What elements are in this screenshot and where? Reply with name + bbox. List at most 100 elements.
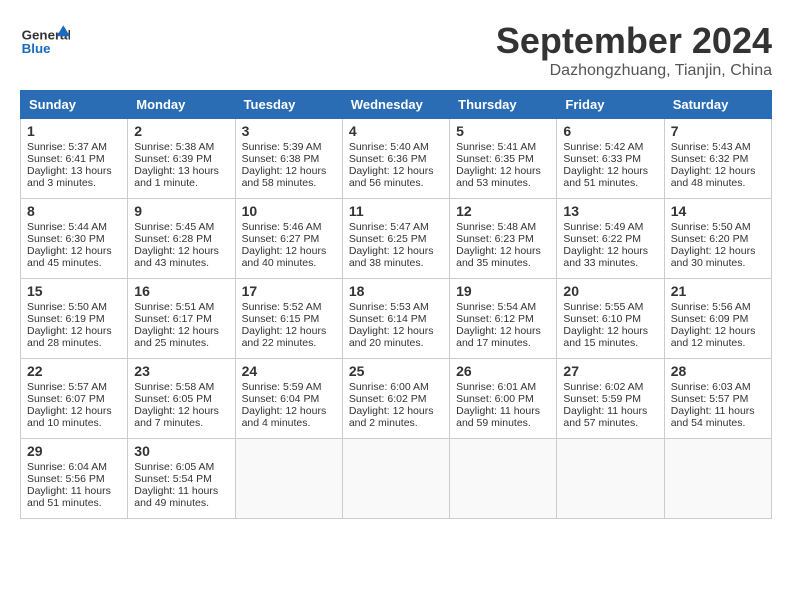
daylight: Daylight: 12 hours and 10 minutes. <box>27 405 112 429</box>
sunset: Sunset: 6:35 PM <box>456 153 534 165</box>
sunrise: Sunrise: 5:40 AM <box>349 141 429 153</box>
day-number: 6 <box>563 123 657 139</box>
day-number: 12 <box>456 203 550 219</box>
daylight: Daylight: 11 hours and 49 minutes. <box>134 485 218 509</box>
sunrise: Sunrise: 5:42 AM <box>563 141 643 153</box>
day-number: 3 <box>242 123 336 139</box>
daylight: Daylight: 12 hours and 28 minutes. <box>27 325 112 349</box>
sunset: Sunset: 6:25 PM <box>349 233 427 245</box>
calendar-cell: 13Sunrise: 5:49 AMSunset: 6:22 PMDayligh… <box>557 199 664 279</box>
daylight: Daylight: 12 hours and 58 minutes. <box>242 165 327 189</box>
sunrise: Sunrise: 5:50 AM <box>671 221 751 233</box>
daylight: Daylight: 11 hours and 51 minutes. <box>27 485 111 509</box>
sunrise: Sunrise: 5:39 AM <box>242 141 322 153</box>
title-block: September 2024 Dazhongzhuang, Tianjin, C… <box>496 20 772 80</box>
sunrise: Sunrise: 5:54 AM <box>456 301 536 313</box>
calendar-cell: 23Sunrise: 5:58 AMSunset: 6:05 PMDayligh… <box>128 359 235 439</box>
calendar-cell: 24Sunrise: 5:59 AMSunset: 6:04 PMDayligh… <box>235 359 342 439</box>
month-title: September 2024 <box>496 20 772 62</box>
sunset: Sunset: 6:05 PM <box>134 393 212 405</box>
sunrise: Sunrise: 6:05 AM <box>134 461 214 473</box>
col-tuesday: Tuesday <box>235 91 342 119</box>
day-number: 15 <box>27 283 121 299</box>
sunset: Sunset: 5:54 PM <box>134 473 212 485</box>
sunrise: Sunrise: 5:55 AM <box>563 301 643 313</box>
daylight: Daylight: 12 hours and 20 minutes. <box>349 325 434 349</box>
sunset: Sunset: 6:14 PM <box>349 313 427 325</box>
sunset: Sunset: 6:27 PM <box>242 233 320 245</box>
calendar-cell: 16Sunrise: 5:51 AMSunset: 6:17 PMDayligh… <box>128 279 235 359</box>
sunset: Sunset: 6:39 PM <box>134 153 212 165</box>
day-number: 23 <box>134 363 228 379</box>
daylight: Daylight: 11 hours and 57 minutes. <box>563 405 647 429</box>
day-number: 10 <box>242 203 336 219</box>
daylight: Daylight: 12 hours and 35 minutes. <box>456 245 541 269</box>
daylight: Daylight: 12 hours and 7 minutes. <box>134 405 219 429</box>
daylight: Daylight: 11 hours and 54 minutes. <box>671 405 755 429</box>
week-row-4: 22Sunrise: 5:57 AMSunset: 6:07 PMDayligh… <box>21 359 772 439</box>
calendar-cell: 8Sunrise: 5:44 AMSunset: 6:30 PMDaylight… <box>21 199 128 279</box>
calendar-cell: 20Sunrise: 5:55 AMSunset: 6:10 PMDayligh… <box>557 279 664 359</box>
sunrise: Sunrise: 5:59 AM <box>242 381 322 393</box>
col-saturday: Saturday <box>664 91 771 119</box>
sunrise: Sunrise: 5:56 AM <box>671 301 751 313</box>
sunset: Sunset: 6:28 PM <box>134 233 212 245</box>
sunrise: Sunrise: 5:45 AM <box>134 221 214 233</box>
sunset: Sunset: 6:00 PM <box>456 393 534 405</box>
sunrise: Sunrise: 5:51 AM <box>134 301 214 313</box>
week-row-1: 1Sunrise: 5:37 AMSunset: 6:41 PMDaylight… <box>21 119 772 199</box>
day-number: 21 <box>671 283 765 299</box>
day-number: 11 <box>349 203 443 219</box>
sunset: Sunset: 6:36 PM <box>349 153 427 165</box>
sunset: Sunset: 6:02 PM <box>349 393 427 405</box>
day-number: 14 <box>671 203 765 219</box>
page-header: General Blue September 2024 Dazhongzhuan… <box>20 20 772 80</box>
sunrise: Sunrise: 5:47 AM <box>349 221 429 233</box>
sunrise: Sunrise: 5:57 AM <box>27 381 107 393</box>
col-monday: Monday <box>128 91 235 119</box>
day-number: 26 <box>456 363 550 379</box>
logo-icon: General Blue <box>20 20 70 60</box>
sunrise: Sunrise: 5:41 AM <box>456 141 536 153</box>
sunrise: Sunrise: 5:43 AM <box>671 141 751 153</box>
col-friday: Friday <box>557 91 664 119</box>
daylight: Daylight: 13 hours and 1 minute. <box>134 165 219 189</box>
col-wednesday: Wednesday <box>342 91 449 119</box>
daylight: Daylight: 11 hours and 59 minutes. <box>456 405 540 429</box>
sunset: Sunset: 6:23 PM <box>456 233 534 245</box>
day-number: 7 <box>671 123 765 139</box>
daylight: Daylight: 12 hours and 33 minutes. <box>563 245 648 269</box>
calendar-cell: 5Sunrise: 5:41 AMSunset: 6:35 PMDaylight… <box>450 119 557 199</box>
sunset: Sunset: 5:59 PM <box>563 393 641 405</box>
calendar-cell: 22Sunrise: 5:57 AMSunset: 6:07 PMDayligh… <box>21 359 128 439</box>
day-number: 29 <box>27 443 121 459</box>
header-row: Sunday Monday Tuesday Wednesday Thursday… <box>21 91 772 119</box>
day-number: 24 <box>242 363 336 379</box>
sunset: Sunset: 6:15 PM <box>242 313 320 325</box>
sunset: Sunset: 6:19 PM <box>27 313 105 325</box>
daylight: Daylight: 12 hours and 30 minutes. <box>671 245 756 269</box>
sunrise: Sunrise: 6:03 AM <box>671 381 751 393</box>
sunset: Sunset: 6:17 PM <box>134 313 212 325</box>
sunset: Sunset: 6:10 PM <box>563 313 641 325</box>
sunrise: Sunrise: 6:04 AM <box>27 461 107 473</box>
sunset: Sunset: 6:38 PM <box>242 153 320 165</box>
location: Dazhongzhuang, Tianjin, China <box>496 62 772 80</box>
calendar-cell: 1Sunrise: 5:37 AMSunset: 6:41 PMDaylight… <box>21 119 128 199</box>
sunrise: Sunrise: 5:48 AM <box>456 221 536 233</box>
sunset: Sunset: 6:41 PM <box>27 153 105 165</box>
sunset: Sunset: 6:12 PM <box>456 313 534 325</box>
daylight: Daylight: 12 hours and 22 minutes. <box>242 325 327 349</box>
calendar-cell <box>557 439 664 519</box>
calendar-cell: 9Sunrise: 5:45 AMSunset: 6:28 PMDaylight… <box>128 199 235 279</box>
calendar-cell: 25Sunrise: 6:00 AMSunset: 6:02 PMDayligh… <box>342 359 449 439</box>
sunrise: Sunrise: 5:44 AM <box>27 221 107 233</box>
calendar-cell: 14Sunrise: 5:50 AMSunset: 6:20 PMDayligh… <box>664 199 771 279</box>
calendar-cell: 2Sunrise: 5:38 AMSunset: 6:39 PMDaylight… <box>128 119 235 199</box>
day-number: 28 <box>671 363 765 379</box>
calendar-cell <box>235 439 342 519</box>
sunrise: Sunrise: 5:53 AM <box>349 301 429 313</box>
calendar-cell <box>664 439 771 519</box>
calendar-cell: 6Sunrise: 5:42 AMSunset: 6:33 PMDaylight… <box>557 119 664 199</box>
daylight: Daylight: 12 hours and 51 minutes. <box>563 165 648 189</box>
